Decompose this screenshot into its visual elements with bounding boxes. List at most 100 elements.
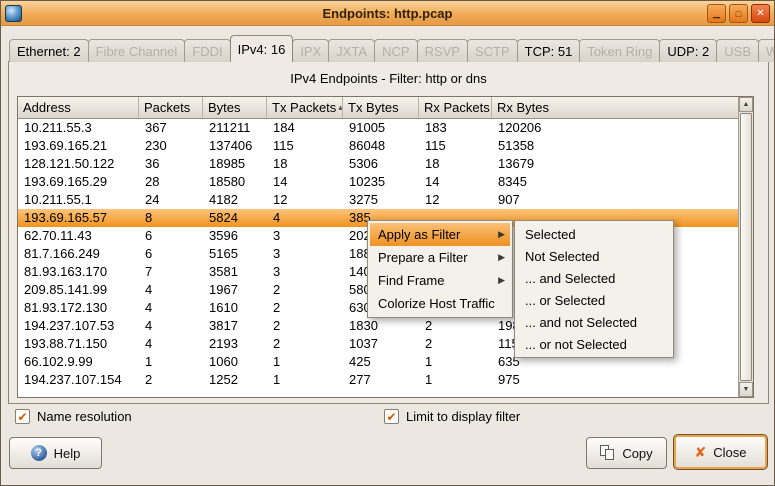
column-label: Packets: [144, 100, 190, 115]
apply-filter-submenu: Selected Not Selected ... and Selected .…: [514, 220, 674, 358]
table-cell: 2: [267, 335, 343, 353]
table-row[interactable]: 10.211.55.1 24 4182 12 3275 12 907: [18, 191, 738, 209]
close-window-button[interactable]: ✕: [751, 4, 770, 23]
tab-fibre-channel: Fibre Channel: [88, 39, 186, 62]
limit-display-filter-label: Limit to display filter: [406, 409, 520, 424]
table-cell: 209.85.141.99: [18, 281, 139, 299]
table-cell: 18: [419, 155, 492, 173]
close-icon: ✘: [695, 444, 707, 461]
menu-item-colorize-host-traffic[interactable]: Colorize Host Traffic: [370, 292, 510, 315]
column-label: Bytes: [208, 100, 241, 115]
table-row[interactable]: 193.69.165.29 28 18580 14 10235 14 8345: [18, 173, 738, 191]
limit-display-filter-checkbox[interactable]: ✔: [384, 409, 399, 424]
close-button-label: Close: [713, 445, 746, 460]
window-title: Endpoints: http.pcap: [1, 6, 774, 21]
table-row[interactable]: 128.121.50.122 36 18985 18 5306 18 13679: [18, 155, 738, 173]
submenu-item-or-not-selected[interactable]: ... or not Selected: [517, 333, 671, 355]
table-cell: 4: [267, 209, 343, 227]
table-cell: 7: [139, 263, 203, 281]
titlebar[interactable]: Endpoints: http.pcap ▁ □ ✕: [1, 1, 774, 26]
table-cell: 193.69.165.29: [18, 173, 139, 191]
minimize-button[interactable]: ▁: [707, 4, 726, 23]
tab-udp[interactable]: UDP: 2: [659, 39, 717, 62]
table-row[interactable]: 194.237.107.154 2 1252 1 277 1 975: [18, 371, 738, 389]
tab-tcp[interactable]: TCP: 51: [517, 39, 581, 62]
column-header-rx-bytes[interactable]: Rx Bytes: [492, 97, 738, 119]
column-header-tx-bytes[interactable]: Tx Bytes: [343, 97, 419, 119]
scrollbar-thumb[interactable]: [740, 113, 752, 381]
check-icon: ✔: [17, 410, 27, 424]
table-cell: 2193: [203, 335, 267, 353]
table-cell: 128.121.50.122: [18, 155, 139, 173]
submenu-item-and-not-selected[interactable]: ... and not Selected: [517, 311, 671, 333]
protocol-tabbar: Ethernet: 2 Fibre Channel FDDI IPv4: 16 …: [9, 35, 775, 62]
help-button[interactable]: ? Help: [9, 437, 102, 469]
column-label: Tx Bytes: [348, 100, 399, 115]
copy-button[interactable]: Copy: [586, 437, 667, 469]
column-header-address[interactable]: Address: [18, 97, 139, 119]
column-label: Address: [23, 100, 71, 115]
submenu-item-or-selected[interactable]: ... or Selected: [517, 289, 671, 311]
table-cell: 5306: [343, 155, 419, 173]
table-cell: 3: [267, 263, 343, 281]
table-cell: 24: [139, 191, 203, 209]
tab-ipx: IPX: [292, 39, 329, 62]
table-cell: 8345: [492, 173, 738, 191]
table-cell: 367: [139, 119, 203, 137]
table-cell: 1252: [203, 371, 267, 389]
table-header: Address Packets Bytes Tx Packets▴ Tx Byt…: [18, 97, 738, 119]
table-cell: 2: [267, 317, 343, 335]
tab-usb: USB: [716, 39, 759, 62]
table-cell: 5165: [203, 245, 267, 263]
menu-item-label: Selected: [525, 227, 576, 242]
table-cell: 10235: [343, 173, 419, 191]
table-cell: 2: [267, 281, 343, 299]
copy-button-label: Copy: [622, 446, 652, 461]
table-cell: 1830: [343, 317, 419, 335]
menu-item-find-frame[interactable]: Find Frame ▶: [370, 269, 510, 292]
table-cell: 91005: [343, 119, 419, 137]
menu-item-apply-as-filter[interactable]: Apply as Filter ▶: [370, 223, 510, 246]
tab-ethernet[interactable]: Ethernet: 2: [9, 39, 89, 62]
table-cell: 1: [139, 353, 203, 371]
name-resolution-option: ✔ Name resolution: [15, 409, 132, 424]
submenu-item-selected[interactable]: Selected: [517, 223, 671, 245]
submenu-arrow-icon: ▶: [498, 252, 505, 263]
tab-ipv4[interactable]: IPv4: 16: [230, 35, 294, 62]
menu-item-label: Not Selected: [525, 249, 599, 264]
table-cell: 193.69.165.57: [18, 209, 139, 227]
table-cell: 4: [139, 299, 203, 317]
table-cell: 81.93.172.130: [18, 299, 139, 317]
vertical-scrollbar[interactable]: ▲ ▼: [738, 97, 753, 397]
table-cell: 4182: [203, 191, 267, 209]
table-cell: 115: [267, 137, 343, 155]
table-row[interactable]: 193.69.165.21 230 137406 115 86048 115 5…: [18, 137, 738, 155]
menu-item-prepare-a-filter[interactable]: Prepare a Filter ▶: [370, 246, 510, 269]
table-row[interactable]: 10.211.55.3 367 211211 184 91005 183 120…: [18, 119, 738, 137]
maximize-button[interactable]: □: [729, 4, 748, 23]
table-cell: 14: [267, 173, 343, 191]
table-cell: 12: [419, 191, 492, 209]
column-label: Rx Bytes: [497, 100, 549, 115]
column-header-tx-packets[interactable]: Tx Packets▴: [267, 97, 343, 119]
maximize-icon: □: [736, 9, 741, 19]
column-header-packets[interactable]: Packets: [139, 97, 203, 119]
submenu-item-not-selected[interactable]: Not Selected: [517, 245, 671, 267]
table-cell: 86048: [343, 137, 419, 155]
close-button[interactable]: ✘ Close: [673, 434, 768, 470]
column-header-bytes[interactable]: Bytes: [203, 97, 267, 119]
name-resolution-checkbox[interactable]: ✔: [15, 409, 30, 424]
table-cell: 14: [419, 173, 492, 191]
name-resolution-label: Name resolution: [37, 409, 132, 424]
scroll-down-button[interactable]: ▼: [739, 382, 753, 397]
column-header-rx-packets[interactable]: Rx Packets: [419, 97, 492, 119]
menu-item-label: Apply as Filter: [378, 227, 460, 242]
table-cell: 5824: [203, 209, 267, 227]
table-cell: 28: [139, 173, 203, 191]
tab-token-ring: Token Ring: [579, 39, 660, 62]
close-window-icon: ✕: [756, 8, 764, 19]
table-cell: 194.237.107.53: [18, 317, 139, 335]
table-cell: 184: [267, 119, 343, 137]
submenu-item-and-selected[interactable]: ... and Selected: [517, 267, 671, 289]
scroll-up-button[interactable]: ▲: [739, 97, 753, 112]
